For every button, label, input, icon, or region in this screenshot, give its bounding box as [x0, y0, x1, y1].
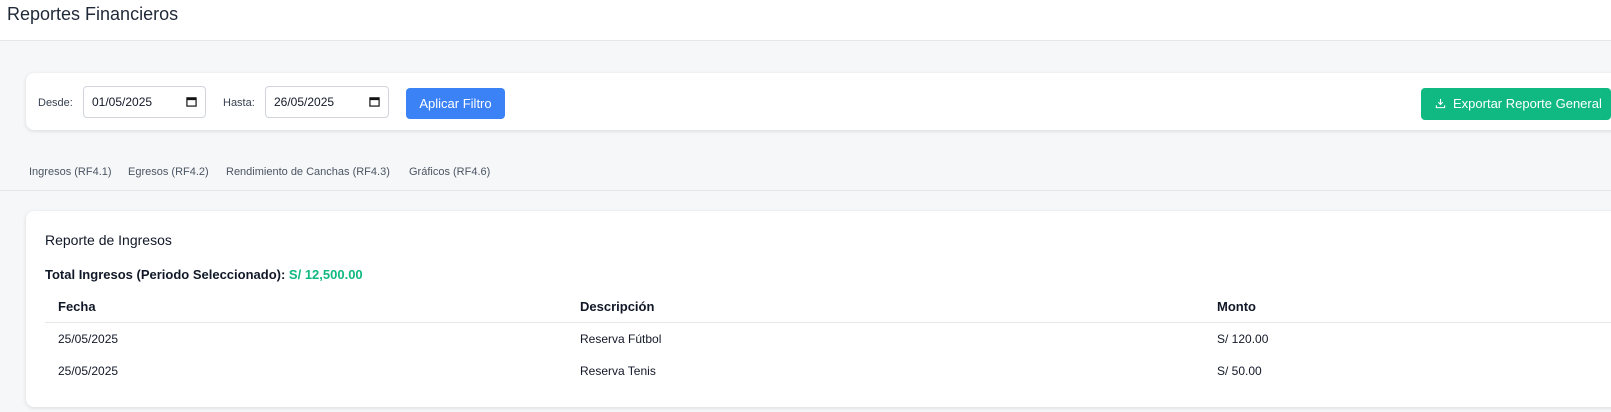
row-amount: S/ 120.00	[1217, 332, 1269, 346]
export-report-label: Exportar Reporte General	[1453, 96, 1602, 111]
tab-egresos[interactable]: Egresos (RF4.2)	[128, 166, 209, 178]
row-description: Reserva Fútbol	[580, 332, 662, 346]
column-header-fecha: Fecha	[58, 299, 96, 314]
tab-graficos[interactable]: Gráficos (RF4.6)	[409, 166, 490, 178]
from-date-label: Desde:	[38, 97, 73, 109]
total-income-value: S/ 12,500.00	[288, 267, 363, 282]
row-amount: S/ 50.00	[1217, 364, 1262, 378]
row-date: 25/05/2025	[58, 332, 119, 346]
total-income-label: Total Ingresos (Periodo Seleccionado):	[45, 267, 286, 282]
calendar-icon[interactable]	[186, 96, 197, 107]
table-row: 25/05/2025 Reserva Tenis S/ 50.00	[45, 357, 1611, 387]
download-icon	[1435, 98, 1446, 109]
tab-ingresos[interactable]: Ingresos (RF4.1)	[29, 166, 112, 178]
from-date-input[interactable]: 01/05/2025	[83, 86, 206, 118]
to-date-value: 26/05/2025	[274, 95, 335, 109]
to-date-input[interactable]: 26/05/2025	[265, 86, 389, 118]
top-bar: Reportes Financieros	[0, 0, 1611, 41]
page-title: Reportes Financieros	[7, 4, 179, 24]
export-report-button[interactable]: Exportar Reporte General	[1421, 88, 1611, 120]
total-income: Total Ingresos (Periodo Seleccionado): S…	[45, 267, 363, 282]
to-date-label: Hasta:	[223, 97, 255, 109]
column-header-monto: Monto	[1217, 299, 1256, 314]
report-tabs: Ingresos (RF4.1) Egresos (RF4.2) Rendimi…	[0, 158, 1611, 191]
filter-panel	[26, 73, 1611, 130]
table-header: Fecha Descripción Monto	[45, 290, 1611, 323]
from-date-value: 01/05/2025	[92, 95, 153, 109]
column-header-descripcion: Descripción	[580, 299, 655, 314]
row-description: Reserva Tenis	[580, 364, 656, 378]
apply-filter-button[interactable]: Aplicar Filtro	[406, 88, 505, 119]
table-row: 25/05/2025 Reserva Fútbol S/ 120.00	[45, 325, 1611, 355]
calendar-icon[interactable]	[369, 96, 380, 107]
tab-rendimiento-canchas[interactable]: Rendimiento de Canchas (RF4.3)	[226, 166, 390, 178]
report-title: Reporte de Ingresos	[45, 232, 172, 248]
row-date: 25/05/2025	[58, 364, 119, 378]
